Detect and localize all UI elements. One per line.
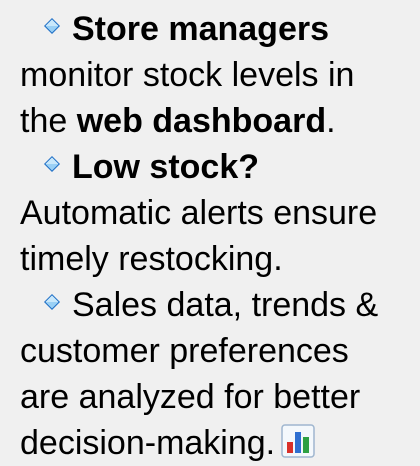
bullet-3-lead: Sales data, trends & xyxy=(72,286,379,324)
bullet-2-lead-line: Low stock? xyxy=(20,144,414,190)
diamond-bullet-icon xyxy=(44,294,60,310)
diamond-bullet-icon xyxy=(44,156,60,172)
bullet-1-text-2-prefix: the xyxy=(20,102,77,140)
bullet-1-text-2-bold: web dashboard xyxy=(76,102,327,140)
bar-chart-icon xyxy=(281,424,315,458)
bullet-1-text-1: monitor stock levels in xyxy=(20,56,355,94)
bullet-2-lead: Low stock? xyxy=(72,148,260,186)
bullet-list: Store managers monitor stock levels in t… xyxy=(0,0,420,462)
bullet-3-text-2: are analyzed for better xyxy=(20,378,361,416)
bullet-2-text-2: timely restocking. xyxy=(20,240,283,278)
bullet-1-text-2: the web dashboard. xyxy=(20,98,414,144)
bullet-1-text-2-suffix: . xyxy=(326,102,336,140)
bullet-1-lead: Store managers xyxy=(72,10,329,48)
bullet-2-text-1: Automatic alerts ensure xyxy=(20,194,378,232)
bullet-3-lead-line: Sales data, trends & xyxy=(20,282,414,328)
diamond-bullet-icon xyxy=(44,18,60,34)
bullet-1-lead-line: Store managers xyxy=(20,6,414,52)
bullet-3-text-1: customer preferences xyxy=(20,332,349,370)
bullet-3-text-3-line: decision-making. xyxy=(20,420,414,466)
bullet-3-text-3: decision-making. xyxy=(20,424,276,462)
